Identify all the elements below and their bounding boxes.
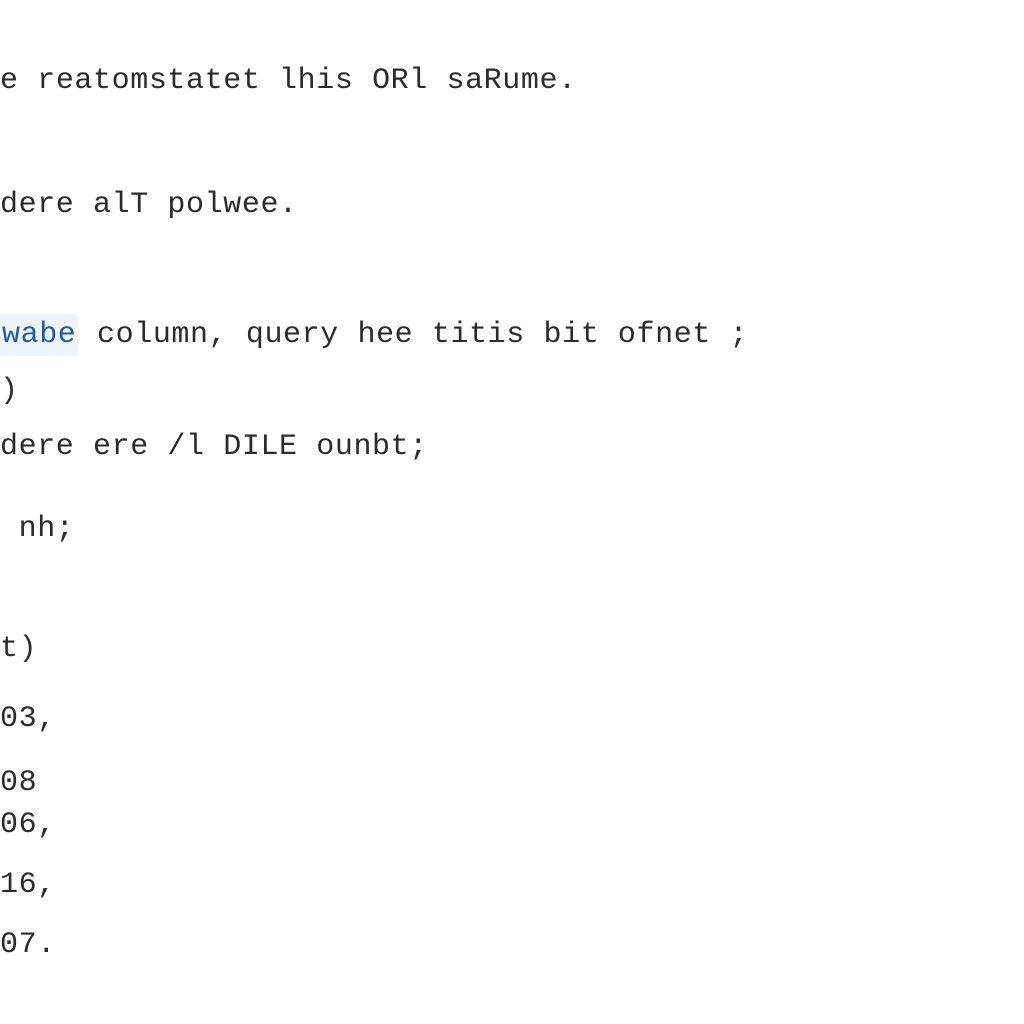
code-line: dere alT polwee.: [0, 184, 1024, 226]
code-line: 06,: [0, 804, 1024, 846]
code-text: 03,: [0, 698, 56, 740]
code-line: t): [0, 628, 1024, 670]
code-line: nh;: [0, 508, 1024, 550]
code-text: 08: [0, 762, 37, 804]
code-line: 16,: [0, 864, 1024, 906]
code-text: t): [0, 628, 37, 670]
code-line: e reatomstatet lhis ORl saRume.: [0, 60, 1024, 102]
code-text: reatomstatet lhis ORl saRume.: [19, 60, 577, 102]
code-text: 06,: [0, 804, 56, 846]
code-line: ): [0, 356, 1024, 426]
code-line: 07.: [0, 924, 1024, 966]
code-text: dere ere /l DILE ounbt;: [0, 426, 428, 468]
code-text: 16,: [0, 864, 56, 906]
code-text: ): [0, 370, 19, 412]
code-text: e: [0, 60, 19, 102]
code-line: 03,: [0, 698, 1024, 740]
code-text: dere alT polwee.: [0, 184, 298, 226]
code-block: e reatomstatet lhis ORl saRume. dere alT…: [0, 0, 1024, 966]
code-text: column, query hee titis bit ofnet ;: [78, 314, 748, 356]
code-line: wabe column, query hee titis bit ofnet ;: [0, 314, 1024, 356]
code-text: nh;: [0, 508, 74, 550]
code-line: 08: [0, 762, 1024, 804]
code-line: dere ere /l DILE ounbt;: [0, 426, 1024, 468]
code-keyword: wabe: [0, 314, 78, 356]
code-text: 07.: [0, 924, 56, 966]
